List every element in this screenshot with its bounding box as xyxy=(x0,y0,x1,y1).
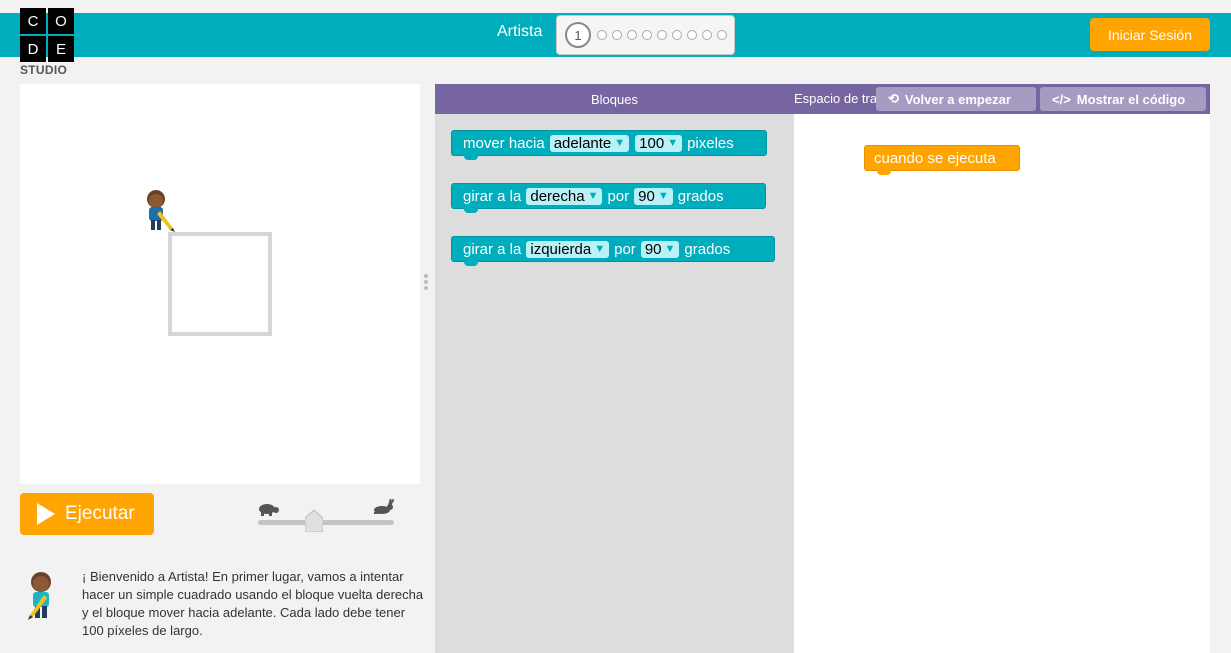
level-dot[interactable] xyxy=(702,30,712,40)
reset-button[interactable]: ⟲ Volver a empezar xyxy=(876,87,1036,111)
block-text: por xyxy=(607,187,630,205)
direction-dropdown[interactable]: adelante ▼ xyxy=(549,134,630,152)
level-dot[interactable] xyxy=(687,30,697,40)
when-run-block[interactable]: cuando se ejecuta xyxy=(864,145,1020,175)
direction-dropdown[interactable]: izquierda ▼ xyxy=(526,240,610,258)
logo-letter: O xyxy=(48,8,74,34)
code-icon: </> xyxy=(1052,91,1071,107)
direction-dropdown[interactable]: derecha ▼ xyxy=(526,187,603,205)
angle-dropdown[interactable]: 90 ▼ xyxy=(640,240,680,258)
header-bar: Artista 1 Iniciar Sesión xyxy=(0,13,1231,57)
play-icon xyxy=(37,503,55,525)
right-gutter xyxy=(1210,84,1231,653)
level-dot[interactable] xyxy=(717,30,727,40)
toolbox-panel: mover hacia adelante ▼ 100 ▼ pixeles girar… xyxy=(435,114,794,653)
angle-dropdown[interactable]: 90 ▼ xyxy=(634,187,673,205)
signin-button[interactable]: Iniciar Sesión xyxy=(1090,18,1210,51)
run-label: Ejecutar xyxy=(65,503,135,524)
show-code-button[interactable]: </> Mostrar el código xyxy=(1040,87,1206,111)
code-studio-logo[interactable]: C O D E STUDIO xyxy=(20,8,76,80)
level-dot[interactable] xyxy=(672,30,682,40)
visualization-canvas xyxy=(20,84,420,484)
speed-thumb[interactable] xyxy=(304,509,324,533)
turtle-icon xyxy=(256,501,280,520)
reset-label: Volver a empezar xyxy=(904,91,1011,107)
block-text: grados xyxy=(677,187,724,205)
speed-track[interactable] xyxy=(258,520,394,525)
logo-letter: C xyxy=(20,8,46,34)
block-text: grados xyxy=(684,240,731,258)
level-dot[interactable] xyxy=(612,30,622,40)
workspace-header: Espacio de trabajo ⟲ Volver a empezar </… xyxy=(794,84,1210,114)
level-dot[interactable] xyxy=(627,30,637,40)
turn-left-block[interactable]: girar a la izquierda ▼ por 90 ▼ grados xyxy=(451,236,775,266)
dropdown-arrow-icon: ▼ xyxy=(667,137,679,149)
logo-subtitle: STUDIO xyxy=(20,63,68,77)
level-dot[interactable] xyxy=(657,30,667,40)
current-level-bubble[interactable]: 1 xyxy=(565,22,591,48)
logo-letter: D xyxy=(20,36,46,62)
artist-sprite-icon xyxy=(140,189,176,237)
level-dot[interactable] xyxy=(642,30,652,40)
block-text: girar a la xyxy=(463,187,522,205)
block-text: girar a la xyxy=(463,240,522,258)
run-button[interactable]: Ejecutar xyxy=(20,493,154,535)
resize-handle[interactable] xyxy=(424,274,430,294)
speed-slider[interactable] xyxy=(256,497,396,537)
rabbit-icon xyxy=(371,498,395,520)
artist-avatar-icon xyxy=(22,571,62,625)
block-text: por xyxy=(614,240,636,258)
instructions-text: ¡ Bienvenido a Artista! En primer lugar,… xyxy=(82,569,424,638)
logo-letter: E xyxy=(48,36,74,62)
level-progress: 1 xyxy=(556,15,735,55)
block-text: pixeles xyxy=(687,134,734,152)
dropdown-arrow-icon: ▼ xyxy=(657,190,669,202)
workspace-panel[interactable]: cuando se ejecuta xyxy=(794,114,1210,653)
toolbox-header: Bloques xyxy=(435,84,794,114)
target-square-shape xyxy=(168,232,272,336)
show-code-label: Mostrar el código xyxy=(1076,91,1186,107)
level-name: Artista xyxy=(497,23,543,40)
dropdown-arrow-icon: ▼ xyxy=(664,243,676,255)
event-block-label: cuando se ejecuta xyxy=(874,149,996,167)
move-forward-block[interactable]: mover hacia adelante ▼ 100 ▼ pixeles xyxy=(451,130,767,160)
dropdown-arrow-icon: ▼ xyxy=(587,190,599,202)
block-text: mover hacia xyxy=(463,134,545,152)
undo-icon: ⟲ xyxy=(888,91,899,106)
distance-dropdown[interactable]: 100 ▼ xyxy=(635,134,683,152)
dropdown-arrow-icon: ▼ xyxy=(614,137,626,149)
app-root: Artista 1 Iniciar Sesión C O D E STUDIO xyxy=(0,0,1231,653)
dropdown-arrow-icon: ▼ xyxy=(594,243,606,255)
level-dot[interactable] xyxy=(597,30,607,40)
turn-right-block[interactable]: girar a la derecha ▼ por 90 ▼ grados xyxy=(451,183,766,213)
